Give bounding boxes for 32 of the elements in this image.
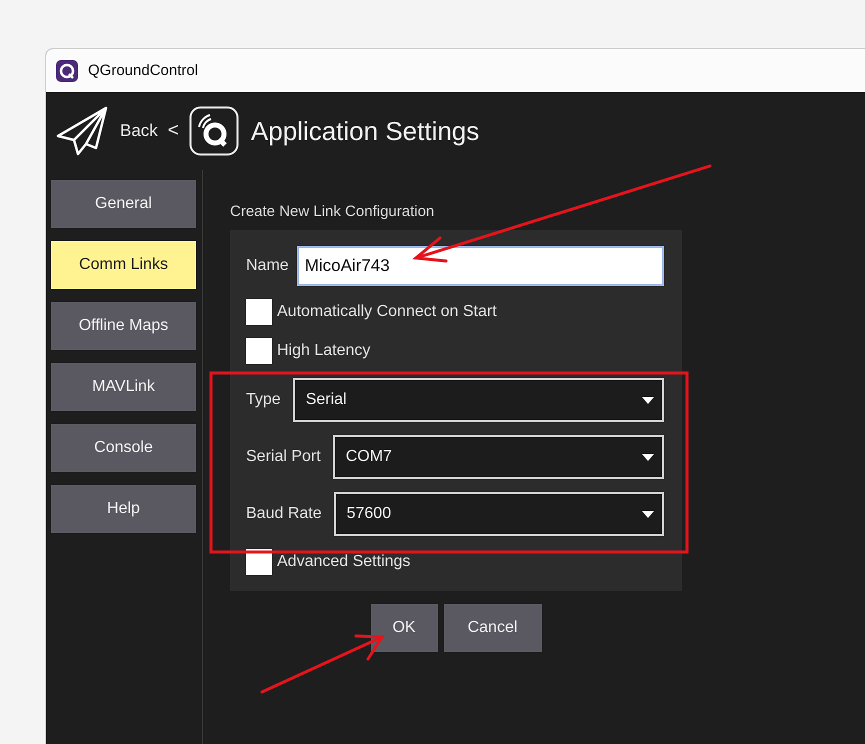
ok-button[interactable]: OK [370,604,438,652]
back-link[interactable]: Back [120,121,158,141]
dropdown[interactable]: 57600 [334,492,664,536]
sidebar-item[interactable]: Offline Maps [51,302,196,350]
caret-icon [642,454,654,460]
dropdown[interactable]: Serial [292,378,664,422]
section-heading: Create New Link Configuration [230,203,436,220]
paper-plane-icon[interactable] [56,106,108,156]
sidebar-item[interactable]: MAVLink [51,363,196,411]
app-icon [56,60,78,82]
checkbox-label: Automatically Connect on Start [277,303,497,321]
cancel-button[interactable]: Cancel [444,604,542,652]
caret-icon [642,510,654,518]
window-title: QGroundControl [88,62,198,79]
field-label: Serial Port [246,448,321,466]
name-field[interactable]: MicoAir743 [296,246,664,286]
field-label: Name [246,257,289,275]
sidebar-item[interactable]: Console [51,424,196,472]
checkbox[interactable] [246,338,272,364]
field-label: Type [246,391,281,409]
sidebar-item[interactable]: General [51,180,196,228]
checkbox-label: Advanced Settings [277,553,410,571]
checkbox[interactable] [246,299,272,325]
breadcrumb-separator: < [168,120,179,142]
field-label: Baud Rate [246,505,322,523]
checkbox-label: High Latency [277,342,370,360]
caret-icon [642,396,654,404]
sidebar-item[interactable]: Help [51,485,196,533]
dropdown[interactable]: COM7 [332,435,664,479]
sidebar-item[interactable]: Comm Links [51,241,196,289]
page-title: Application Settings [250,116,480,146]
logo-icon [188,106,239,156]
